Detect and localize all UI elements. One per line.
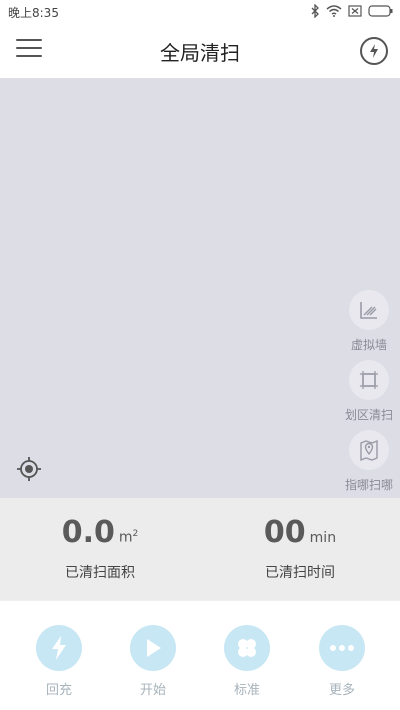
sim-icon [348, 5, 362, 17]
lightning-icon [52, 636, 66, 660]
status-time: 晚上8:35 [8, 6, 59, 20]
zone-clean-tool[interactable]: 划区清扫 [334, 360, 400, 423]
virtual-wall-circle [349, 290, 389, 330]
virtual-wall-icon [360, 302, 377, 319]
cleaned-area-value: 0.0 [61, 515, 115, 550]
suction-mode-label: 标准 [233, 683, 260, 698]
pin-clean-circle [349, 430, 389, 470]
recharge-label: 回充 [45, 683, 72, 698]
more-circle [319, 625, 365, 671]
cleaned-area-unit: m2 [119, 529, 138, 546]
fan-icon [238, 639, 256, 657]
zone-clean-circle [349, 360, 389, 400]
cleaning-stats: 0.0 m2 已清扫面积 00 min 已清扫时间 [0, 498, 400, 600]
app-header: 全局清扫 [0, 24, 400, 76]
start-button[interactable]: 开始 [113, 625, 193, 698]
play-icon [147, 639, 161, 657]
more-label: 更多 [328, 683, 355, 698]
map-area[interactable]: 虚拟墙 划区清扫 指哪扫哪 [0, 78, 400, 498]
locate-button[interactable] [16, 456, 42, 482]
suction-mode-circle [224, 625, 270, 671]
virtual-wall-tool[interactable]: 虚拟墙 [334, 290, 400, 353]
cleaned-time-value: 00 [263, 515, 306, 550]
cleaned-area-unit-base: m [118, 530, 133, 546]
pin-clean-icon [360, 439, 378, 462]
bluetooth-icon [311, 4, 319, 18]
recharge-button[interactable]: 回充 [19, 625, 99, 698]
pin-clean-tool[interactable]: 指哪扫哪 [334, 430, 400, 493]
page-title: 全局清扫 [160, 41, 240, 65]
suction-mode-button[interactable]: 标准 [207, 625, 287, 698]
start-label: 开始 [139, 683, 166, 698]
cleaned-time-unit: min [309, 530, 337, 546]
locate-icon [17, 457, 41, 481]
more-icon [330, 645, 354, 651]
bottom-action-bar: 回充 开始 标准 更多 [0, 600, 400, 710]
cleaned-area-value-row: 0.0 m2 [0, 512, 200, 550]
virtual-wall-label: 虚拟墙 [350, 338, 387, 352]
quick-charge-button[interactable] [360, 37, 388, 65]
cleaned-time-label: 已清扫时间 [265, 565, 335, 581]
cleaned-area-stat: 0.0 m2 已清扫面积 [0, 512, 200, 582]
lightning-icon [370, 44, 378, 58]
wifi-icon [326, 5, 342, 17]
more-button[interactable]: 更多 [302, 625, 382, 698]
status-icons [310, 4, 394, 18]
cleaned-area-unit-sup: 2 [132, 529, 139, 540]
recharge-circle [36, 625, 82, 671]
status-bar: 晚上8:35 [0, 0, 400, 24]
cleaned-time-value-row: 00 min [200, 512, 400, 550]
battery-icon [368, 5, 393, 17]
cleaned-area-label: 已清扫面积 [65, 565, 135, 581]
cleaned-time-stat: 00 min 已清扫时间 [200, 512, 400, 582]
start-circle [130, 625, 176, 671]
pin-clean-label: 指哪扫哪 [344, 478, 393, 492]
zone-clean-label: 划区清扫 [344, 408, 393, 422]
zone-clean-icon [360, 371, 378, 389]
